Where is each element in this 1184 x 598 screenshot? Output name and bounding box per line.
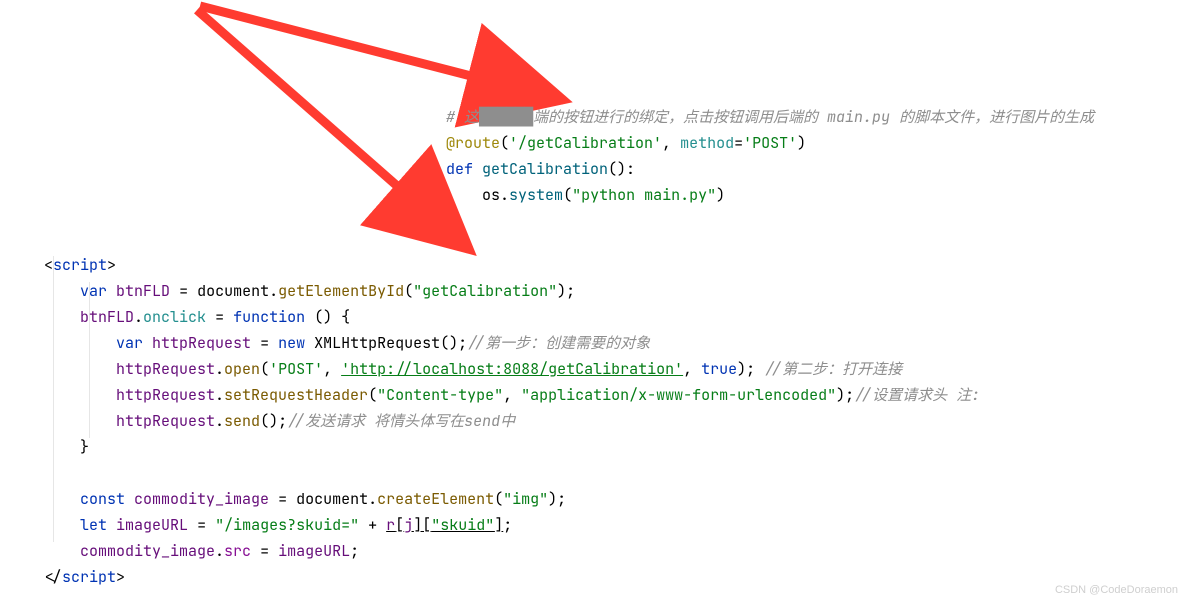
watermark: CSDN @CodeDoraemon xyxy=(1055,584,1178,596)
get-calibration-id: "getCalibration" xyxy=(413,281,557,301)
py-fn-name: getCalibration xyxy=(482,159,608,179)
js-code-block: <script> var btnFLD = document.getElemen… xyxy=(44,226,980,590)
request-url: 'http://localhost:8088/getCalibration' xyxy=(341,359,683,379)
python-code-block: # 这██████端的按钮进行的绑定，点击按钮调用后端的 main.py 的脚本… xyxy=(446,78,1094,208)
py-decorator: @route xyxy=(446,133,500,153)
script-close-tag: script xyxy=(62,567,116,587)
py-comment: # 这██████端的按钮进行的绑定，点击按钮调用后端的 main.py 的脚本… xyxy=(446,107,1094,127)
script-open-tag: script xyxy=(53,255,107,275)
